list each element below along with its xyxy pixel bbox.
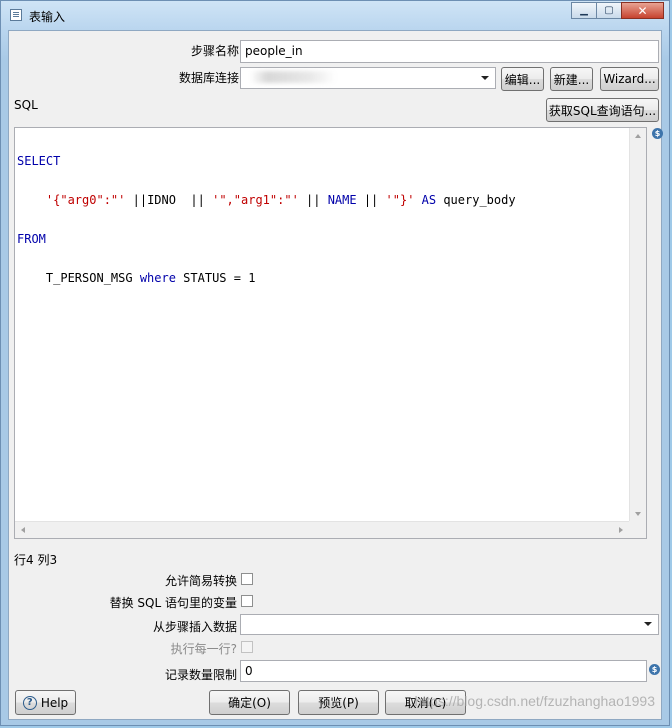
close-button[interactable]: ✕ bbox=[621, 2, 664, 19]
row-limit-label: 记录数量限制 bbox=[164, 668, 237, 682]
window-title: 表输入 bbox=[29, 10, 66, 24]
sql-code: SELECT '{"arg0":"' ||IDNO || '","arg1":"… bbox=[17, 129, 628, 311]
sql-line-4: T_PERSON_MSG where STATUS = 1 bbox=[17, 271, 256, 285]
sql-vertical-scrollbar[interactable] bbox=[629, 128, 646, 522]
sql-line-2: '{"arg0":"' ||IDNO || '","arg1":"' || NA… bbox=[45, 193, 516, 207]
chevron-down-icon bbox=[644, 622, 652, 626]
maximize-icon: ▢ bbox=[604, 5, 614, 16]
dialog-window: 表输入 ▁ ▢ ✕ 步骤名称 people_in 数据库连接 编辑... 新建.… bbox=[0, 0, 670, 726]
new-connection-button[interactable]: 新建... bbox=[550, 67, 593, 91]
chevron-down-icon bbox=[481, 76, 489, 80]
sql-variable-icon[interactable]: $ bbox=[652, 128, 663, 139]
redacted-connection-name bbox=[250, 71, 336, 83]
scroll-right-icon[interactable] bbox=[619, 527, 623, 533]
window-controls: ▁ ▢ ✕ bbox=[571, 2, 664, 19]
lazy-conversion-checkbox[interactable] bbox=[241, 573, 253, 585]
preview-button[interactable]: 预览(P) bbox=[298, 690, 379, 715]
maximize-button[interactable]: ▢ bbox=[596, 2, 622, 19]
execute-each-row-label: 执行每一行? bbox=[170, 642, 237, 656]
edit-connection-button[interactable]: 编辑... bbox=[501, 67, 544, 91]
sql-line-3: FROM bbox=[17, 232, 46, 246]
scroll-corner bbox=[629, 521, 646, 538]
minimize-button[interactable]: ▁ bbox=[571, 2, 597, 19]
insert-from-step-select[interactable] bbox=[240, 614, 659, 635]
sql-label: SQL bbox=[14, 98, 38, 112]
lazy-conversion-label: 允许简易转换 bbox=[164, 574, 237, 588]
insert-from-step-label: 从步骤插入数据 bbox=[152, 620, 237, 634]
close-icon: ✕ bbox=[637, 3, 648, 18]
wizard-button[interactable]: Wizard... bbox=[600, 67, 659, 91]
sql-horizontal-scrollbar[interactable] bbox=[15, 521, 629, 538]
execute-each-row-checkbox[interactable] bbox=[241, 641, 253, 653]
replace-variables-checkbox[interactable] bbox=[241, 595, 253, 607]
db-connection-label: 数据库连接 bbox=[178, 71, 239, 85]
title-bar[interactable]: 表输入 ▁ ▢ ✕ bbox=[1, 1, 669, 29]
step-name-label: 步骤名称 bbox=[190, 44, 239, 58]
sql-line-1: SELECT bbox=[17, 154, 61, 168]
row-limit-variable-icon[interactable]: $ bbox=[649, 664, 660, 675]
help-button[interactable]: ? Help bbox=[15, 690, 76, 715]
ok-button[interactable]: 确定(O) bbox=[209, 690, 290, 715]
dialog-body: 步骤名称 people_in 数据库连接 编辑... 新建... Wizard.… bbox=[8, 30, 663, 720]
sql-editor[interactable]: SELECT '{"arg0":"' ||IDNO || '","arg1":"… bbox=[14, 127, 647, 539]
minimize-icon: ▁ bbox=[580, 5, 588, 16]
replace-variables-label: 替换 SQL 语句里的变量 bbox=[109, 596, 237, 610]
watermark: https://blog.csdn.net/fzuzhanghao1993 bbox=[414, 693, 655, 709]
scroll-up-icon[interactable] bbox=[635, 134, 641, 138]
step-name-input[interactable]: people_in bbox=[240, 40, 659, 63]
table-input-icon bbox=[10, 9, 22, 21]
help-label: Help bbox=[40, 695, 69, 710]
cursor-position: 行4 列3 bbox=[14, 553, 58, 567]
row-limit-input[interactable]: 0 bbox=[240, 660, 647, 682]
scroll-down-icon[interactable] bbox=[635, 512, 641, 516]
scroll-left-icon[interactable] bbox=[21, 527, 25, 533]
help-icon: ? bbox=[22, 695, 37, 710]
get-sql-button[interactable]: 获取SQL查询语句... bbox=[546, 98, 659, 122]
